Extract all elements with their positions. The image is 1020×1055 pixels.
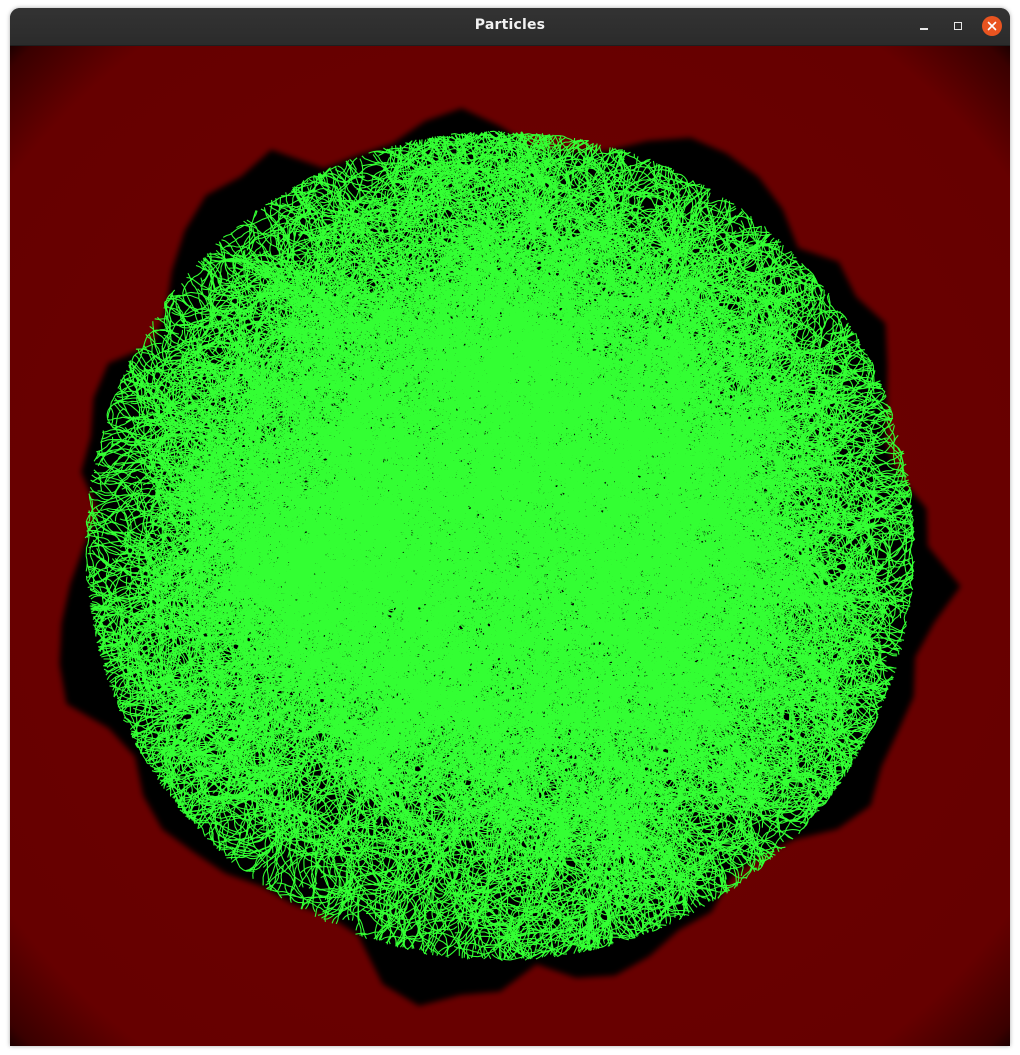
app-window: Particles: [10, 8, 1010, 1046]
particle-render: [10, 46, 1010, 1046]
close-button[interactable]: [982, 16, 1002, 36]
minimize-icon: [920, 28, 928, 30]
maximize-icon: [954, 22, 962, 30]
minimize-button[interactable]: [914, 16, 934, 36]
window-title: Particles: [10, 17, 1010, 33]
title-bar[interactable]: Particles: [10, 8, 1010, 46]
simulation-canvas[interactable]: [10, 46, 1010, 1046]
maximize-button[interactable]: [948, 16, 968, 36]
close-icon: [987, 21, 997, 31]
